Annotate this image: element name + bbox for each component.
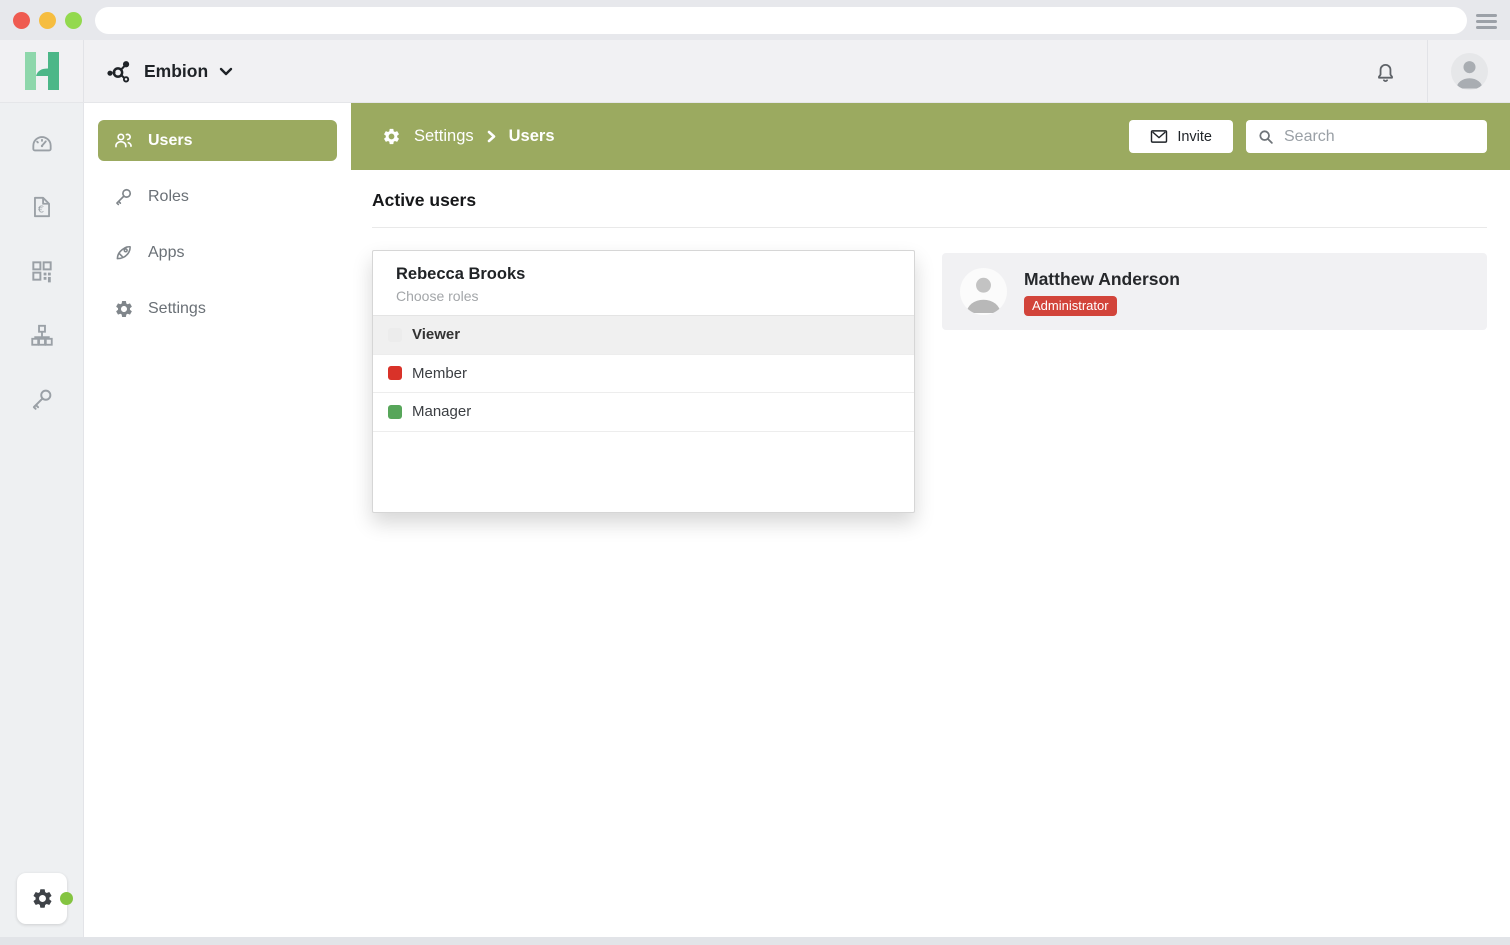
svg-text:€: € (37, 205, 43, 216)
sidebar-item-apps[interactable]: Apps (98, 232, 337, 273)
key-icon (113, 186, 134, 207)
window-controls (13, 12, 82, 29)
role-color-swatch (388, 328, 402, 342)
section-divider (372, 227, 1487, 228)
invite-button[interactable]: Invite (1129, 120, 1233, 153)
sidebar-item-label: Users (148, 132, 192, 150)
status-dot (60, 892, 73, 905)
brand-name: Embion (144, 61, 208, 82)
dropdown-subtitle: Choose roles (396, 288, 891, 304)
minimize-window-button[interactable] (39, 12, 56, 29)
search-input[interactable] (1284, 128, 1491, 146)
sidebar-item-label: Settings (148, 300, 206, 318)
role-option-label: Viewer (412, 326, 460, 343)
role-color-swatch (388, 366, 402, 380)
gear-icon (113, 298, 134, 319)
avatar (960, 268, 1007, 315)
user-card[interactable]: Matthew Anderson Administrator (942, 253, 1487, 330)
preferences-button[interactable] (17, 873, 67, 924)
gear-icon (31, 887, 54, 910)
window-bottom-edge (0, 937, 1510, 945)
notifications-button[interactable] (1343, 40, 1427, 102)
menu-icon[interactable] (1476, 14, 1497, 29)
gear-icon (382, 127, 401, 146)
close-window-button[interactable] (13, 12, 30, 29)
envelope-icon (1150, 129, 1168, 144)
toolbar-actions: Invite (1129, 120, 1487, 153)
key-icon[interactable] (29, 386, 55, 412)
app-logo-cell[interactable] (0, 40, 84, 102)
breadcrumb-parent[interactable]: Settings (414, 127, 474, 146)
app-header: Embion (0, 40, 1510, 103)
search-box (1246, 120, 1487, 153)
app-window: Embion (0, 0, 1510, 937)
org-switcher[interactable]: Embion (84, 40, 233, 102)
role-option-label: Manager (412, 403, 471, 420)
sitemap-icon[interactable] (29, 322, 55, 348)
apps-grid-icon[interactable] (29, 258, 55, 284)
bell-icon (1372, 58, 1399, 85)
role-dropdown-header: Rebecca Brooks Choose roles (373, 251, 914, 316)
maximize-window-button[interactable] (65, 12, 82, 29)
dashboard-gauge-icon[interactable] (29, 130, 55, 156)
url-bar[interactable] (95, 7, 1467, 34)
page-toolbar: Settings Users (351, 103, 1510, 170)
users-icon (113, 130, 134, 151)
user-name: Matthew Anderson (1024, 269, 1180, 290)
avatar (1451, 53, 1488, 90)
sidebar-item-roles[interactable]: Roles (98, 176, 337, 217)
invoice-document-icon[interactable]: € (29, 194, 55, 220)
sidebar-item-users[interactable]: Users (98, 120, 337, 161)
header-right (1343, 40, 1510, 102)
sidebar-item-label: Apps (148, 244, 184, 262)
role-dropdown: Rebecca Brooks Choose roles Viewer Membe… (372, 250, 915, 513)
h-logo-icon (25, 52, 59, 90)
window-title-bar (0, 0, 1510, 40)
breadcrumb-current: Users (509, 127, 555, 146)
role-option-manager[interactable]: Manager (373, 393, 914, 432)
main-panel: Settings Users (351, 103, 1510, 937)
page-title: Active users (372, 190, 1487, 211)
dropdown-user-name: Rebecca Brooks (396, 265, 891, 284)
icon-rail: € (0, 103, 84, 937)
chevron-right-icon (487, 130, 496, 143)
settings-sidebar: Users Roles (84, 103, 351, 937)
chevron-down-icon (219, 67, 233, 76)
sidebar-item-settings[interactable]: Settings (98, 288, 337, 329)
account-menu-button[interactable] (1428, 40, 1510, 102)
role-option-viewer[interactable]: Viewer (373, 316, 914, 355)
role-option-member[interactable]: Member (373, 355, 914, 394)
breadcrumb: Settings Users (382, 127, 555, 146)
invite-button-label: Invite (1177, 129, 1212, 145)
search-icon (1257, 128, 1275, 146)
sidebar-item-label: Roles (148, 188, 189, 206)
role-option-label: Member (412, 365, 467, 382)
rocket-icon (113, 242, 134, 263)
active-users-section: Active users Rebecca Brooks Choose roles… (351, 170, 1510, 937)
role-badge: Administrator (1024, 296, 1117, 316)
role-color-swatch (388, 405, 402, 419)
molecule-icon (104, 57, 133, 86)
